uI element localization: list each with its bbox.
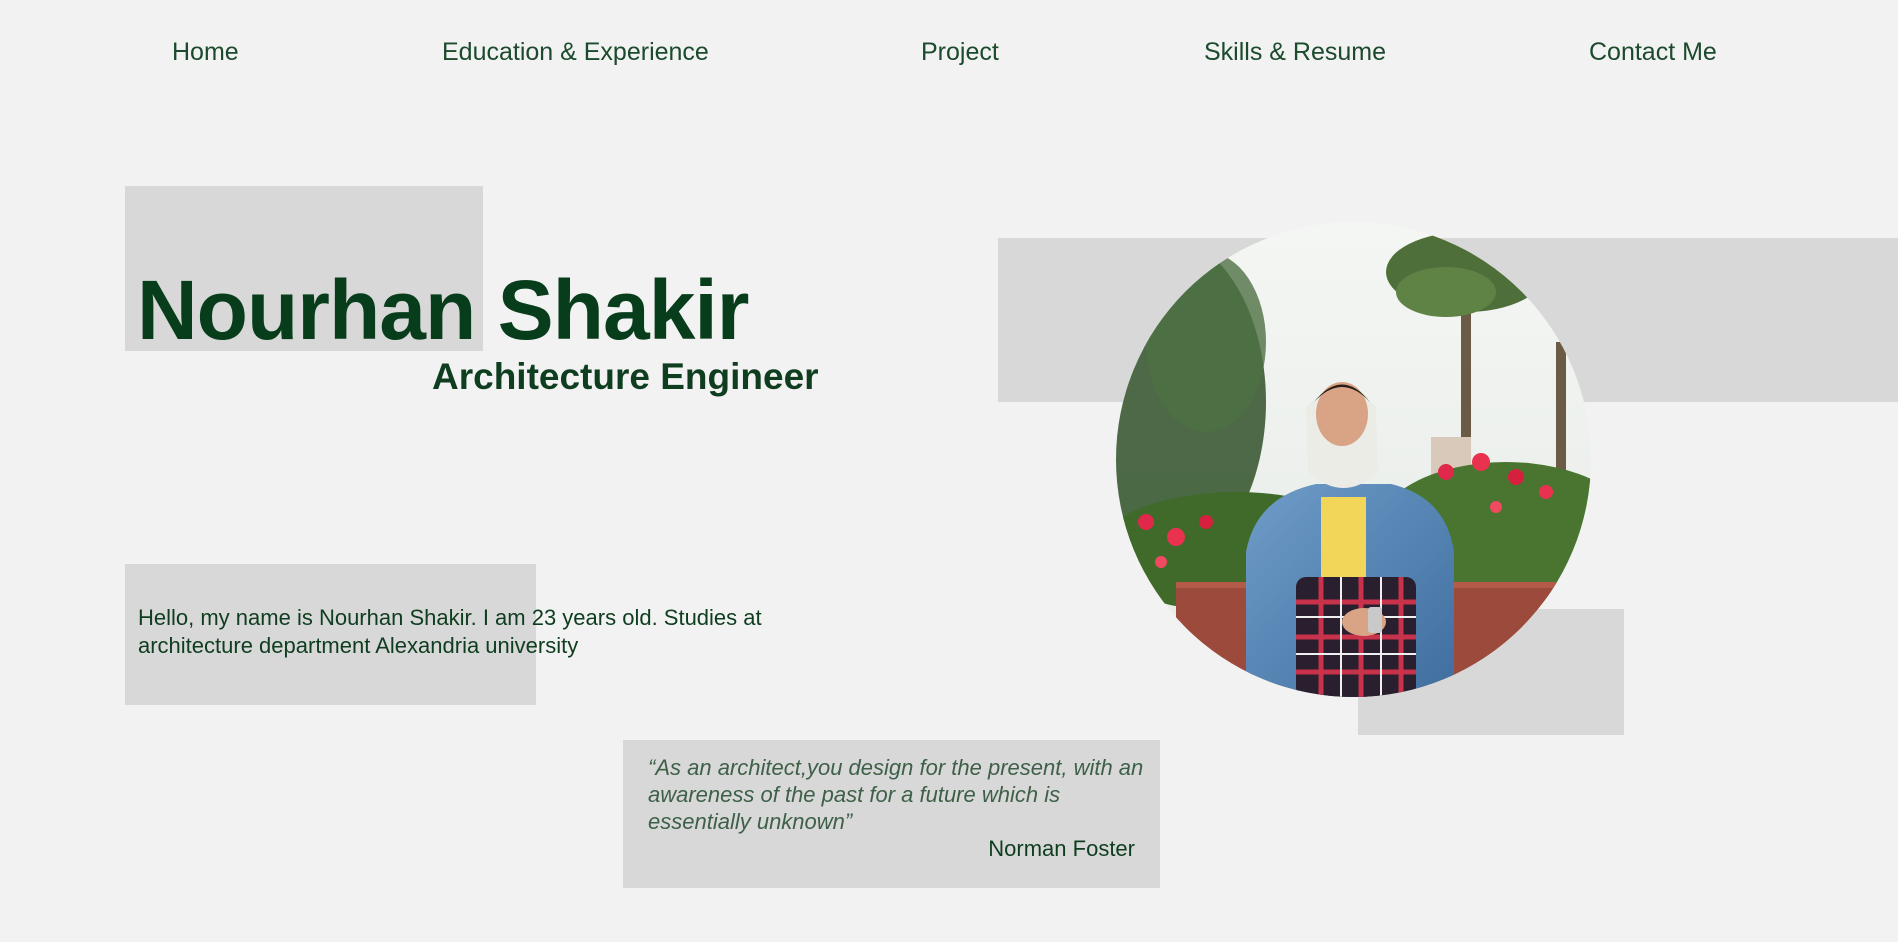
hero-role: Architecture Engineer: [432, 356, 819, 397]
intro-text: Hello, my name is Nourhan Shakir. I am 2…: [138, 605, 762, 658]
profile-photo: [1116, 222, 1591, 697]
nav-home-link[interactable]: Home: [172, 38, 239, 67]
nav-skills-link[interactable]: Skills & Resume: [1204, 38, 1386, 67]
hero-name: Nourhan Shakir: [137, 263, 749, 357]
nav-education-link[interactable]: Education & Experience: [442, 38, 709, 67]
nav-contact-link[interactable]: Contact Me: [1589, 38, 1717, 67]
nav-project-link[interactable]: Project: [921, 38, 999, 67]
quote-author: Norman Foster: [988, 836, 1135, 861]
quote-card: “As an architect,you design for the pres…: [623, 740, 1160, 888]
portfolio-page: Home Education & Experience Project Skil…: [0, 0, 1898, 942]
quote-text: “As an architect,you design for the pres…: [648, 755, 1144, 834]
